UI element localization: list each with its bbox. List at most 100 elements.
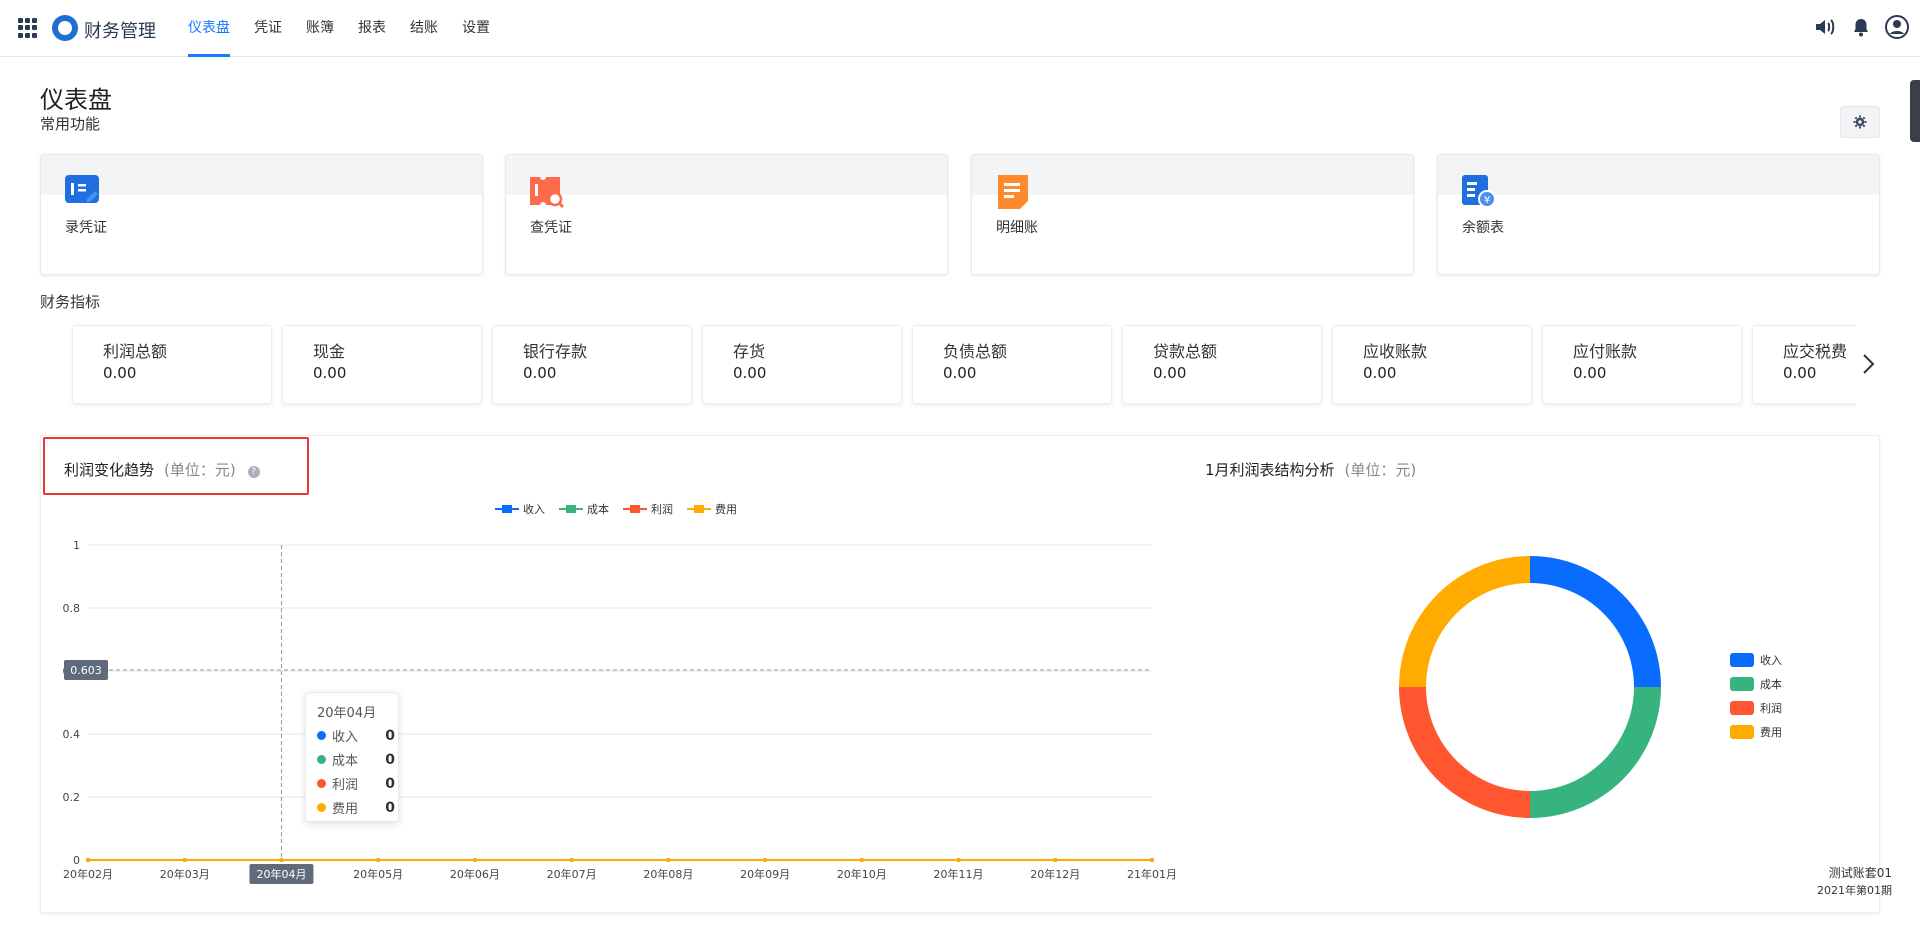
data-point [569,858,574,862]
main-nav: 仪表盘 凭证 账簿 报表 结账 设置 [188,0,514,57]
tooltip-row: 利润 0 [317,774,395,793]
data-point [376,858,381,862]
data-point [472,858,477,862]
balance-sheet-icon: ¥ [1462,175,1496,208]
chevron-right-icon[interactable] [1860,352,1876,376]
y-tick-label: 0.2 [63,791,81,804]
x-tick-label: 20年11月 [934,867,984,881]
user-avatar-icon[interactable] [1884,14,1910,40]
donut-legend: 收入 成本 利润 费用 [1730,648,1782,744]
ledger-detail-icon [998,175,1028,209]
data-point [763,858,768,862]
func-label: 明细账 [996,220,1038,236]
x-tick-label: 20年04月 [256,867,306,881]
top-right-icons [1812,14,1910,40]
x-tick-label: 20年06月 [450,867,500,881]
legend-item[interactable]: 收入 [1730,648,1782,672]
nav-dashboard[interactable]: 仪表盘 [188,0,230,57]
func-card-search-voucher[interactable]: 查凭证 [505,154,948,275]
tooltip-row: 收入 0 [317,726,395,745]
indicators-label: 财务指标 [40,293,101,311]
metric-card-taxes[interactable]: 应交税费 0.00 [1752,325,1856,404]
period-label: 2021年第01期 [1817,884,1892,897]
nav-closing[interactable]: 结账 [410,0,438,57]
metric-card-inventory[interactable]: 存货 0.00 [702,325,902,404]
metric-name: 负债总额 [943,342,1008,361]
metric-card-cash[interactable]: 现金 0.00 [282,325,482,404]
chart-tooltip: 20年04月 收入 0 成本 0 利润 0 费用 0 [305,692,399,822]
metric-card-liabilities[interactable]: 负债总额 0.00 [912,325,1112,404]
donut-slice-利润[interactable] [1399,687,1530,818]
legend-item[interactable]: 费用 [687,501,737,517]
nav-settings[interactable]: 设置 [462,0,490,57]
legend-item[interactable]: 收入 [495,501,545,517]
structure-title: 1月利润表结构分析 (单位：元) [1205,461,1417,479]
metric-name: 应收账款 [1363,342,1428,361]
donut-slice-收入[interactable] [1530,556,1661,687]
legend-item[interactable]: 利润 [623,501,673,517]
account-name: 测试账套01 [1828,866,1892,880]
structure-donut-chart[interactable] [1380,540,1680,840]
crosshair-y-value: 0.603 [70,664,102,677]
metric-name: 应付账款 [1573,342,1638,361]
donut-slice-成本[interactable] [1530,687,1661,818]
tooltip-row: 费用 0 [317,798,395,817]
legend-swatch [495,504,519,514]
tooltip-row: 成本 0 [317,750,395,769]
metric-card-profit[interactable]: 利润总额 0.00 [72,325,272,404]
data-point [859,858,864,862]
app-title: 财务管理 [84,21,156,42]
legend-swatch [687,504,711,514]
y-tick-label: 0 [73,854,80,867]
metric-name: 存货 [733,342,766,361]
metric-card-receivables[interactable]: 应收账款 0.00 [1332,325,1532,404]
y-tick-label: 1 [73,539,80,552]
func-card-record-voucher[interactable]: 录凭证 [40,154,483,275]
trend-line-chart[interactable]: 00.20.40.60.810.60320年02月20年03月20年04月20年… [0,520,1200,900]
metric-value: 0.00 [1783,364,1817,382]
legend-item[interactable]: 利润 [1730,696,1782,720]
legend-item[interactable]: 成本 [559,501,609,517]
speaker-icon[interactable] [1812,14,1838,40]
data-point [956,858,961,862]
app-grid-icon[interactable] [18,18,38,38]
metric-name: 贷款总额 [1153,342,1218,361]
metric-name: 银行存款 [523,342,588,361]
data-point [279,858,284,862]
metric-value: 0.00 [733,364,767,382]
side-panel-handle[interactable] [1910,80,1920,142]
data-point [666,858,671,862]
legend-item[interactable]: 费用 [1730,720,1782,744]
x-tick-label: 20年12月 [1030,867,1080,881]
metric-card-loans[interactable]: 贷款总额 0.00 [1122,325,1322,404]
data-point [86,858,90,862]
voucher-entry-icon [65,175,99,203]
nav-reports[interactable]: 报表 [358,0,386,57]
x-tick-label: 21年01月 [1127,867,1177,881]
settings-button[interactable] [1840,106,1880,138]
donut-slice-费用[interactable] [1399,556,1530,687]
page-title: 仪表盘 [40,86,112,114]
legend-swatch [559,504,583,514]
x-tick-label: 20年03月 [160,867,210,881]
func-label: 查凭证 [530,220,572,236]
func-label: 录凭证 [65,220,107,236]
legend-swatch [623,504,647,514]
legend-item[interactable]: 成本 [1730,672,1782,696]
func-card-balance-sheet[interactable]: ¥ 余额表 [1437,154,1880,275]
metric-card-bank-deposit[interactable]: 银行存款 0.00 [492,325,692,404]
y-tick-label: 0.8 [63,602,81,615]
help-icon[interactable]: ? [247,466,260,478]
x-tick-label: 20年05月 [353,867,403,881]
metric-value: 0.00 [103,364,137,382]
metric-value: 0.00 [1573,364,1607,382]
nav-books[interactable]: 账簿 [306,0,334,57]
func-card-detail-ledger[interactable]: 明细账 [971,154,1414,275]
x-tick-label: 20年10月 [837,867,887,881]
metric-card-payables[interactable]: 应付账款 0.00 [1542,325,1742,404]
nav-voucher[interactable]: 凭证 [254,0,282,57]
bell-icon[interactable] [1848,14,1874,40]
func-label: 余额表 [1462,220,1504,236]
data-point [1150,858,1154,862]
metric-name: 现金 [313,342,346,361]
